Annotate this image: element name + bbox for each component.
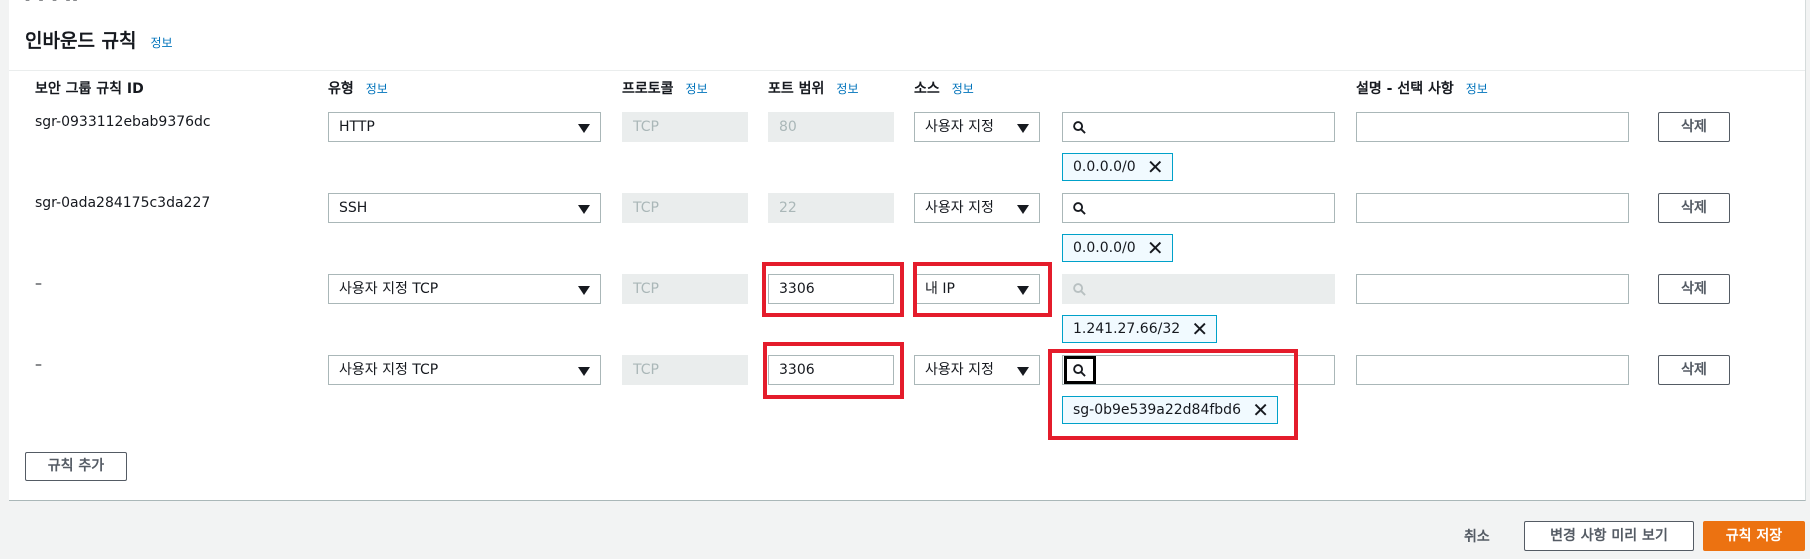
caret-down-icon (578, 286, 590, 295)
search-icon (1073, 121, 1086, 134)
type-select[interactable]: SSH (328, 193, 601, 223)
type-select[interactable]: HTTP (328, 112, 601, 142)
cancel-link[interactable]: 취소 (1464, 526, 1490, 546)
cidr-search-input[interactable] (1062, 193, 1335, 223)
protocol-field: TCP (622, 274, 748, 304)
description-input[interactable] (1356, 112, 1629, 142)
col-type: 유형 정보 (328, 78, 388, 98)
delete-button[interactable]: 삭제 (1658, 274, 1730, 304)
close-icon[interactable]: ✕ (1147, 154, 1164, 180)
search-icon (1073, 202, 1086, 215)
caret-down-icon (578, 124, 590, 133)
caret-down-icon (1017, 205, 1029, 214)
col-protocol-info-link[interactable]: 정보 (686, 82, 708, 96)
col-port: 포트 범위 정보 (768, 78, 859, 98)
source-token: 0.0.0.0/0 ✕ (1062, 234, 1173, 262)
col-type-label: 유형 (328, 81, 354, 97)
panel-header: - - - -- 인바운드 규칙 정보 (9, 0, 1805, 71)
source-token-label: 1.241.27.66/32 (1073, 321, 1181, 337)
close-icon[interactable]: ✕ (1191, 316, 1208, 342)
rule-id: – (35, 357, 42, 373)
type-select[interactable]: 사용자 지정 TCP (328, 274, 601, 304)
source-select[interactable]: 사용자 지정 (914, 112, 1040, 142)
col-protocol-label: 프로토콜 (622, 81, 674, 97)
close-icon[interactable]: ✕ (1147, 235, 1164, 261)
source-token-label: 0.0.0.0/0 (1073, 159, 1136, 175)
protocol-field: TCP (622, 193, 748, 223)
source-select[interactable]: 사용자 지정 (914, 193, 1040, 223)
highlight-port-row4 (763, 342, 904, 399)
protocol-field: TCP (622, 355, 748, 385)
source-select[interactable]: 사용자 지정 (914, 355, 1040, 385)
clipped-heading: - - - -- (25, 0, 80, 8)
panel-title: 인바운드 규칙 정보 (25, 26, 173, 53)
panel-title-text: 인바운드 규칙 (25, 30, 137, 52)
protocol-field: TCP (622, 112, 748, 142)
col-rule-id: 보안 그룹 규칙 ID (35, 81, 144, 97)
delete-button[interactable]: 삭제 (1658, 112, 1730, 142)
delete-button[interactable]: 삭제 (1658, 193, 1730, 223)
add-rule-button[interactable]: 규칙 추가 (25, 452, 127, 481)
save-rules-button[interactable]: 규칙 저장 (1703, 521, 1805, 551)
description-input[interactable] (1356, 355, 1629, 385)
cidr-search-input (1062, 274, 1335, 304)
delete-button[interactable]: 삭제 (1658, 355, 1730, 385)
type-value: 사용자 지정 TCP (339, 362, 439, 378)
col-desc-info-link[interactable]: 정보 (1466, 82, 1488, 96)
col-type-info-link[interactable]: 정보 (366, 82, 388, 96)
col-desc: 설명 - 선택 사항 정보 (1356, 78, 1488, 98)
rule-id: sgr-0933112ebab9376dc (35, 114, 211, 130)
rule-id: sgr-0ada284175c3da227 (35, 195, 211, 211)
source-value: 사용자 지정 (925, 362, 994, 378)
col-protocol: 프로토콜 정보 (622, 78, 708, 98)
caret-down-icon (1017, 124, 1029, 133)
col-source-info-link[interactable]: 정보 (952, 82, 974, 96)
inbound-rules-panel: - - - -- 인바운드 규칙 정보 보안 그룹 규칙 ID 유형 정보 프로토콜… (9, 0, 1806, 501)
description-input[interactable] (1356, 274, 1629, 304)
highlight-port-row3 (762, 262, 904, 317)
col-port-label: 포트 범위 (768, 81, 825, 97)
source-value: 사용자 지정 (925, 119, 994, 135)
caret-down-icon (578, 367, 590, 376)
type-value: SSH (339, 200, 368, 216)
description-input[interactable] (1356, 193, 1629, 223)
col-port-info-link[interactable]: 정보 (836, 82, 858, 96)
preview-changes-button[interactable]: 변경 사항 미리 보기 (1524, 521, 1694, 551)
caret-down-icon (1017, 367, 1029, 376)
col-source: 소스 정보 (914, 78, 974, 98)
source-value: 사용자 지정 (925, 200, 994, 216)
rule-id: – (35, 276, 42, 292)
source-token: 1.241.27.66/32 ✕ (1062, 315, 1218, 343)
port-input: 22 (768, 193, 894, 223)
highlight-search-icon (1064, 356, 1096, 384)
type-value: HTTP (339, 119, 375, 135)
source-token: 0.0.0.0/0 ✕ (1062, 153, 1173, 181)
source-token-label: 0.0.0.0/0 (1073, 240, 1136, 256)
cidr-search-input[interactable] (1062, 112, 1335, 142)
col-source-label: 소스 (914, 81, 940, 97)
type-value: 사용자 지정 TCP (339, 281, 439, 297)
panel-info-link[interactable]: 정보 (151, 36, 173, 50)
port-input: 80 (768, 112, 894, 142)
caret-down-icon (578, 205, 590, 214)
search-icon (1073, 283, 1086, 296)
col-desc-label: 설명 - 선택 사항 (1356, 81, 1454, 97)
highlight-source-row3 (913, 262, 1052, 317)
type-select[interactable]: 사용자 지정 TCP (328, 355, 601, 385)
